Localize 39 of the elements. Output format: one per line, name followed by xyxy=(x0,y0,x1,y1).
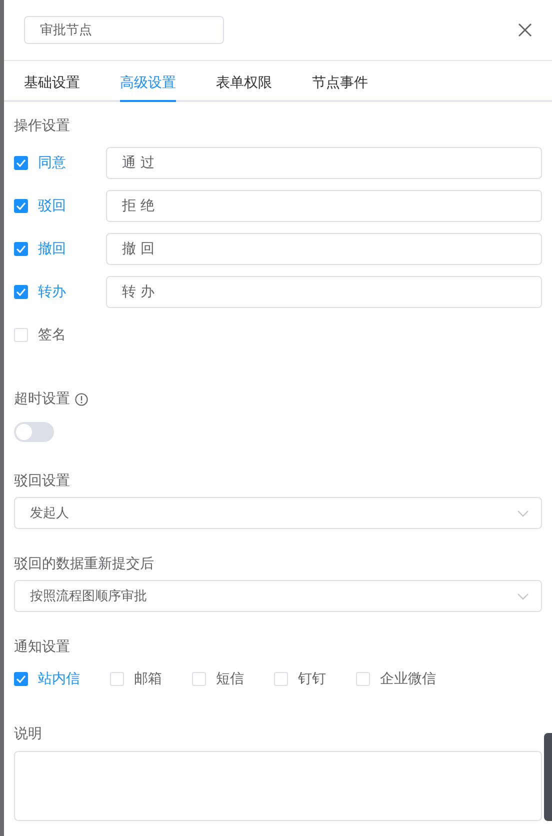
input-field[interactable]: 转 办 xyxy=(106,276,542,308)
select-field[interactable]: 按照流程图顺序审批 xyxy=(14,580,542,612)
checkbox-label[interactable]: 驳回 xyxy=(38,197,66,215)
checkbox-label[interactable]: 撤回 xyxy=(38,240,66,258)
input-field[interactable]: 通 过 xyxy=(106,147,542,179)
checkbox-label[interactable]: 同意 xyxy=(38,154,66,172)
checkbox-label[interactable]: 短信 xyxy=(216,670,244,688)
checkbox-label[interactable]: 站内信 xyxy=(38,670,80,688)
input-field[interactable]: 拒 绝 xyxy=(106,190,542,222)
caret-icon xyxy=(517,510,529,516)
description-field[interactable] xyxy=(14,751,542,821)
checkbox[interactable] xyxy=(14,242,28,256)
checkbox-label[interactable]: 签名 xyxy=(38,326,66,344)
section-label: 驳回的数据重新提交后 xyxy=(14,555,155,574)
checkbox[interactable] xyxy=(14,199,28,213)
section-label: 说明 xyxy=(14,725,43,744)
tab[interactable]: 高级设置 xyxy=(120,64,176,102)
caret-icon xyxy=(517,592,529,600)
checkbox-label[interactable]: 转办 xyxy=(38,283,66,301)
checkbox-label[interactable]: 钉钉 xyxy=(298,670,326,688)
select-field[interactable]: 发起人 xyxy=(14,497,542,529)
tab[interactable]: 节点事件 xyxy=(312,64,368,102)
section-label: 操作设置 xyxy=(14,117,71,136)
side-handle[interactable] xyxy=(544,733,552,821)
close-icon[interactable] xyxy=(518,23,532,37)
tab[interactable]: 基础设置 xyxy=(24,64,80,102)
section-label: 通知设置 xyxy=(14,638,71,657)
toggle-switch[interactable] xyxy=(14,422,54,442)
tab[interactable]: 表单权限 xyxy=(216,64,272,102)
info-icon xyxy=(75,392,88,406)
checkbox-label[interactable]: 邮箱 xyxy=(134,670,162,688)
input-field[interactable]: 撤 回 xyxy=(106,233,542,265)
section-label: 超时设置 xyxy=(14,390,70,409)
title-field[interactable]: 审批节点 xyxy=(24,16,224,44)
checkbox-label[interactable]: 企业微信 xyxy=(380,670,436,688)
checkbox[interactable] xyxy=(14,156,28,170)
section-label: 驳回设置 xyxy=(14,472,71,491)
checkbox[interactable] xyxy=(14,285,28,299)
checkbox[interactable] xyxy=(14,672,28,686)
